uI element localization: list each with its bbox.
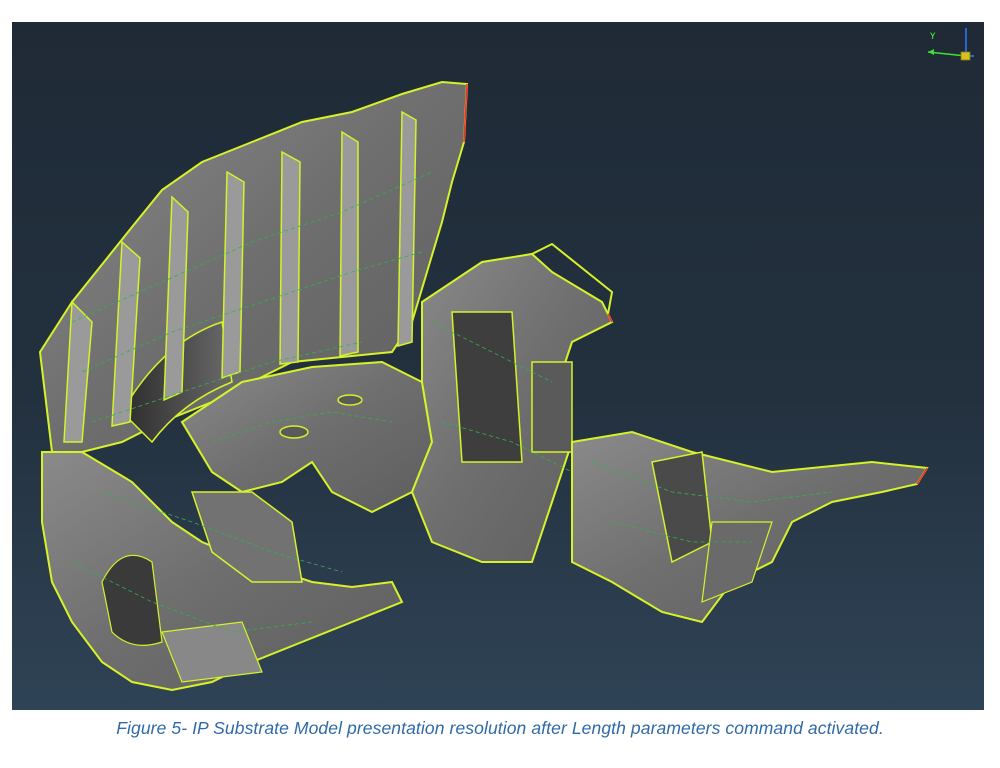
figure-caption: Figure 5- IP Substrate Model presentatio…: [116, 718, 884, 738]
y-axis-label: Y: [930, 32, 936, 42]
axis-triad: Y: [908, 24, 978, 74]
ip-substrate-model: [38, 80, 929, 692]
cad-viewport[interactable]: Y: [12, 22, 984, 710]
axis-triad-icon: [927, 28, 974, 61]
